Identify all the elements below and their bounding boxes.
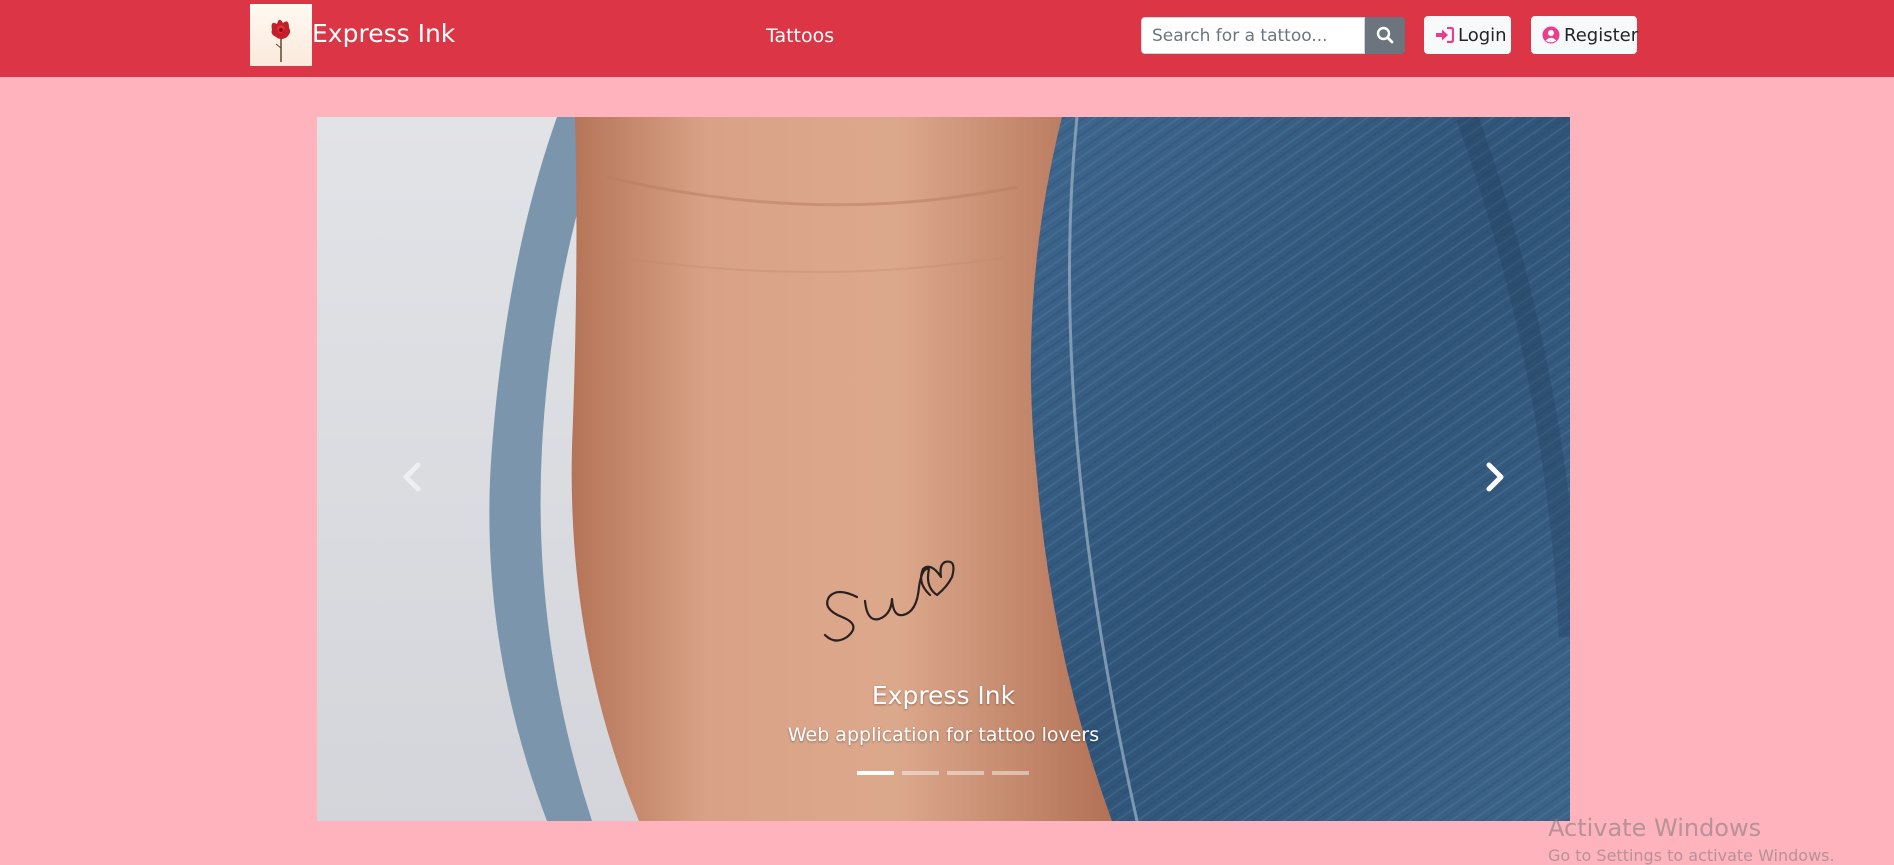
navbar: Express Ink Tattoos Login Register <box>0 0 1894 77</box>
carousel-indicator-3[interactable] <box>947 771 984 775</box>
carousel-caption-text: Web application for tattoo lovers <box>787 724 1100 746</box>
windows-activation-watermark: Activate Windows Go to Settings to activ… <box>1548 814 1835 865</box>
search-icon <box>1376 26 1394 44</box>
brand-name[interactable]: Express Ink <box>312 19 455 48</box>
carousel-caption-title: Express Ink <box>871 681 1016 710</box>
user-circle-icon <box>1542 26 1560 44</box>
carousel-indicator-2[interactable] <box>902 771 939 775</box>
chevron-right-icon <box>1486 462 1504 492</box>
sign-in-icon <box>1435 27 1454 43</box>
carousel-indicator-4[interactable] <box>992 771 1029 775</box>
hero-carousel: Express Ink Web application for tattoo l… <box>317 117 1570 821</box>
flower-logo-icon <box>271 19 291 62</box>
carousel-prev-button[interactable] <box>382 447 442 507</box>
carousel-indicator-1[interactable] <box>857 771 894 775</box>
search-button[interactable] <box>1365 17 1405 54</box>
slide-image-wrist-tattoo <box>317 117 1570 821</box>
search-input[interactable] <box>1141 17 1365 54</box>
carousel-next-button[interactable] <box>1465 447 1525 507</box>
watermark-subtitle: Go to Settings to activate Windows. <box>1548 846 1835 865</box>
register-button[interactable]: Register <box>1531 16 1639 54</box>
login-button[interactable]: Login <box>1424 16 1511 54</box>
register-label: Register <box>1564 24 1639 46</box>
carousel-indicators <box>857 771 1029 775</box>
nav-link-tattoos[interactable]: Tattoos <box>766 25 834 47</box>
chevron-left-icon <box>403 462 421 492</box>
brand-logo[interactable] <box>250 4 312 66</box>
login-label: Login <box>1458 24 1507 46</box>
watermark-title: Activate Windows <box>1548 814 1762 842</box>
